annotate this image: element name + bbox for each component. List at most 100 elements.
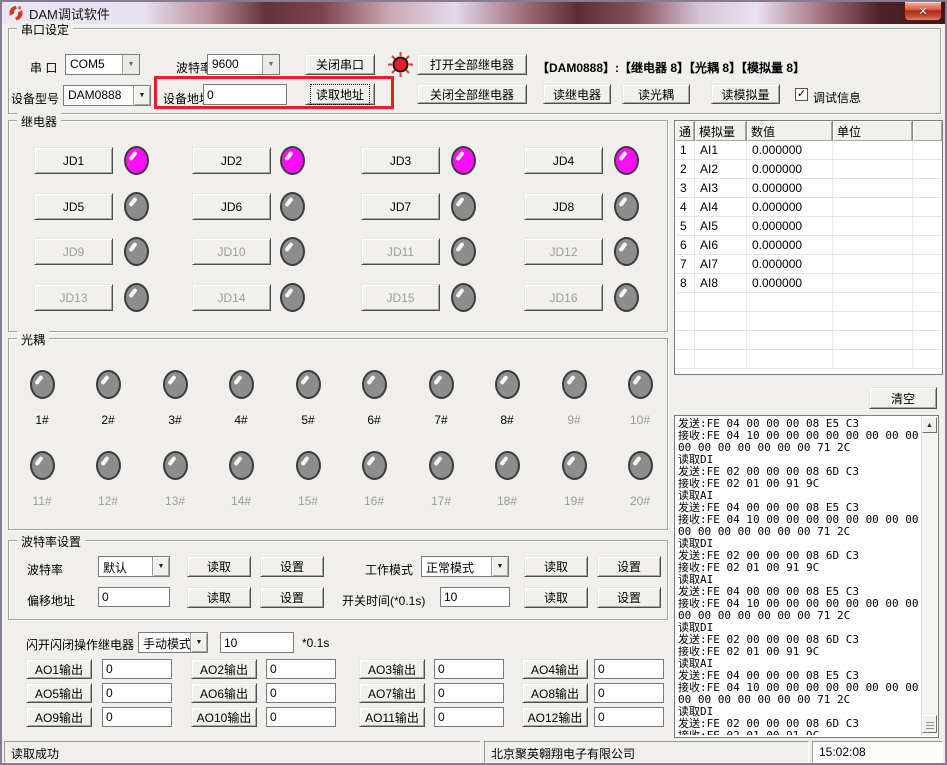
relay-indicator-jd1 [124,146,149,175]
table-row[interactable]: 3AI30.000000 [675,179,942,198]
ao3-output-input[interactable] [434,659,504,679]
opto-label-17: 17# [421,494,461,508]
opto-indicator-2 [96,370,121,399]
open-all-relays-button[interactable]: 打开全部继电器 [417,54,527,75]
read-address-button[interactable]: 读取地址 [305,83,375,105]
ao3-output-button[interactable]: AO3输出 [359,659,425,679]
app-window: DAM调试软件 ✕ 串口设定 串 口 COM5 波特率 9600 关闭串口 打开 [0,0,947,765]
relay-button-jd7[interactable]: JD7 [361,193,440,220]
chevron-down-icon[interactable] [262,55,279,74]
debug-log[interactable]: 发送:FE 04 00 00 00 08 E5 C3 接收:FE 04 10 0… [674,415,939,738]
relay-button-jd12[interactable]: JD12 [524,238,603,265]
table-row[interactable]: 2AI20.000000 [675,160,942,179]
close-all-relays-button[interactable]: 关闭全部继电器 [417,84,527,104]
chevron-down-icon[interactable] [152,557,169,576]
ao8-output-button[interactable]: AO8输出 [522,683,588,703]
close-serial-button[interactable]: 关闭串口 [305,54,375,75]
read-analog-button[interactable]: 读模拟量 [711,84,780,104]
relay-button-jd4[interactable]: JD4 [524,147,603,174]
ao7-output-input[interactable] [434,683,504,703]
switch-time-read-button[interactable]: 读取 [524,587,588,608]
relay-button-jd5[interactable]: JD5 [34,193,113,220]
opto-label-19: 19# [554,494,594,508]
ao11-output-input[interactable] [434,707,504,727]
ao8-output-input[interactable] [594,683,664,703]
switch-time-input[interactable] [440,587,510,607]
offset-address-input[interactable] [98,587,170,607]
baud-select[interactable]: 9600 [207,54,280,75]
table-row[interactable]: 5AI50.000000 [675,217,942,236]
table-row[interactable]: 1AI10.000000 [675,141,942,160]
ao9-output-button[interactable]: AO9输出 [26,707,92,727]
ao7-output-button[interactable]: AO7输出 [359,683,425,703]
relay-indicator-jd2 [280,146,305,175]
read-relays-button[interactable]: 读继电器 [543,84,611,104]
relay-button-jd9[interactable]: JD9 [34,238,113,265]
ao6-output-input[interactable] [266,683,336,703]
baudrate-select[interactable]: 默认 [98,556,170,577]
table-row[interactable]: 4AI40.000000 [675,198,942,217]
relay-button-jd6[interactable]: JD6 [192,193,271,220]
ao6-output-button[interactable]: AO6输出 [191,683,257,703]
clear-log-button[interactable]: 清空 [869,387,937,409]
chevron-down-icon[interactable] [133,86,150,105]
port-label: 串 口 [30,59,57,76]
log-scrollbar[interactable] [921,417,937,736]
device-address-input[interactable] [203,84,287,105]
ao12-output-input[interactable] [594,707,664,727]
ao12-output-button[interactable]: AO12输出 [522,707,588,727]
ao4-output-button[interactable]: AO4输出 [522,659,588,679]
flash-mode-select[interactable]: 手动模式 [138,632,208,653]
ao9-output-input[interactable] [102,707,172,727]
port-select[interactable]: COM5 [65,54,140,75]
debug-info-checkbox[interactable]: ✓ [795,88,808,101]
relay-button-jd14[interactable]: JD14 [192,284,271,311]
relay-button-jd15[interactable]: JD15 [361,284,440,311]
offset-address-label: 偏移地址 [27,592,75,609]
ao5-output-button[interactable]: AO5输出 [26,683,92,703]
table-row-empty [675,350,942,369]
chevron-down-icon[interactable] [122,55,139,74]
baudrate-read-button[interactable]: 读取 [187,556,251,577]
relay-button-jd8[interactable]: JD8 [524,193,603,220]
ao1-output-input[interactable] [102,659,172,679]
baudrate-set-button[interactable]: 设置 [260,556,324,577]
work-mode-read-button[interactable]: 读取 [524,556,588,577]
scroll-up-icon[interactable] [922,417,937,433]
relay-button-jd16[interactable]: JD16 [524,284,603,311]
chevron-down-icon[interactable] [190,633,207,652]
ao10-output-button[interactable]: AO10输出 [191,707,257,727]
ao4-output-input[interactable] [594,659,664,679]
relay-button-jd3[interactable]: JD3 [361,147,440,174]
opto-indicator-6 [362,370,387,399]
opto-indicator-8 [495,370,520,399]
work-mode-set-button[interactable]: 设置 [597,556,661,577]
scrollbar-thumb[interactable] [922,715,937,733]
relay-button-jd11[interactable]: JD11 [361,238,440,265]
flash-time-input[interactable] [220,632,294,653]
table-row[interactable]: 6AI60.000000 [675,236,942,255]
read-opto-button[interactable]: 读光耦 [622,84,690,104]
relay-button-jd13[interactable]: JD13 [34,284,113,311]
relay-button-jd2[interactable]: JD2 [192,147,271,174]
relay-button-jd1[interactable]: JD1 [34,147,113,174]
device-model-select[interactable]: DAM0888 [63,85,151,106]
close-button[interactable]: ✕ [904,2,942,21]
table-row[interactable]: 8AI80.000000 [675,274,942,293]
ao2-output-input[interactable] [266,659,336,679]
ao10-output-input[interactable] [266,707,336,727]
ao1-output-button[interactable]: AO1输出 [26,659,92,679]
switch-time-set-button[interactable]: 设置 [597,587,661,608]
chevron-down-icon[interactable] [491,557,508,576]
opto-group: 光耦 1# 2# 3# 4# 5# 6# 7# 8# 9# 10# 11# 12… [8,338,668,530]
ao11-output-button[interactable]: AO11输出 [359,707,425,727]
work-mode-select[interactable]: 正常模式 [421,556,509,577]
ao2-output-button[interactable]: AO2输出 [191,659,257,679]
table-row[interactable]: 7AI70.000000 [675,255,942,274]
ao5-output-input[interactable] [102,683,172,703]
offset-read-button[interactable]: 读取 [187,587,251,608]
offset-set-button[interactable]: 设置 [260,587,324,608]
debug-log-text: 发送:FE 04 00 00 00 08 E5 C3 接收:FE 04 10 0… [678,418,920,735]
relay-button-jd10[interactable]: JD10 [192,238,271,265]
col-filler [913,121,942,141]
